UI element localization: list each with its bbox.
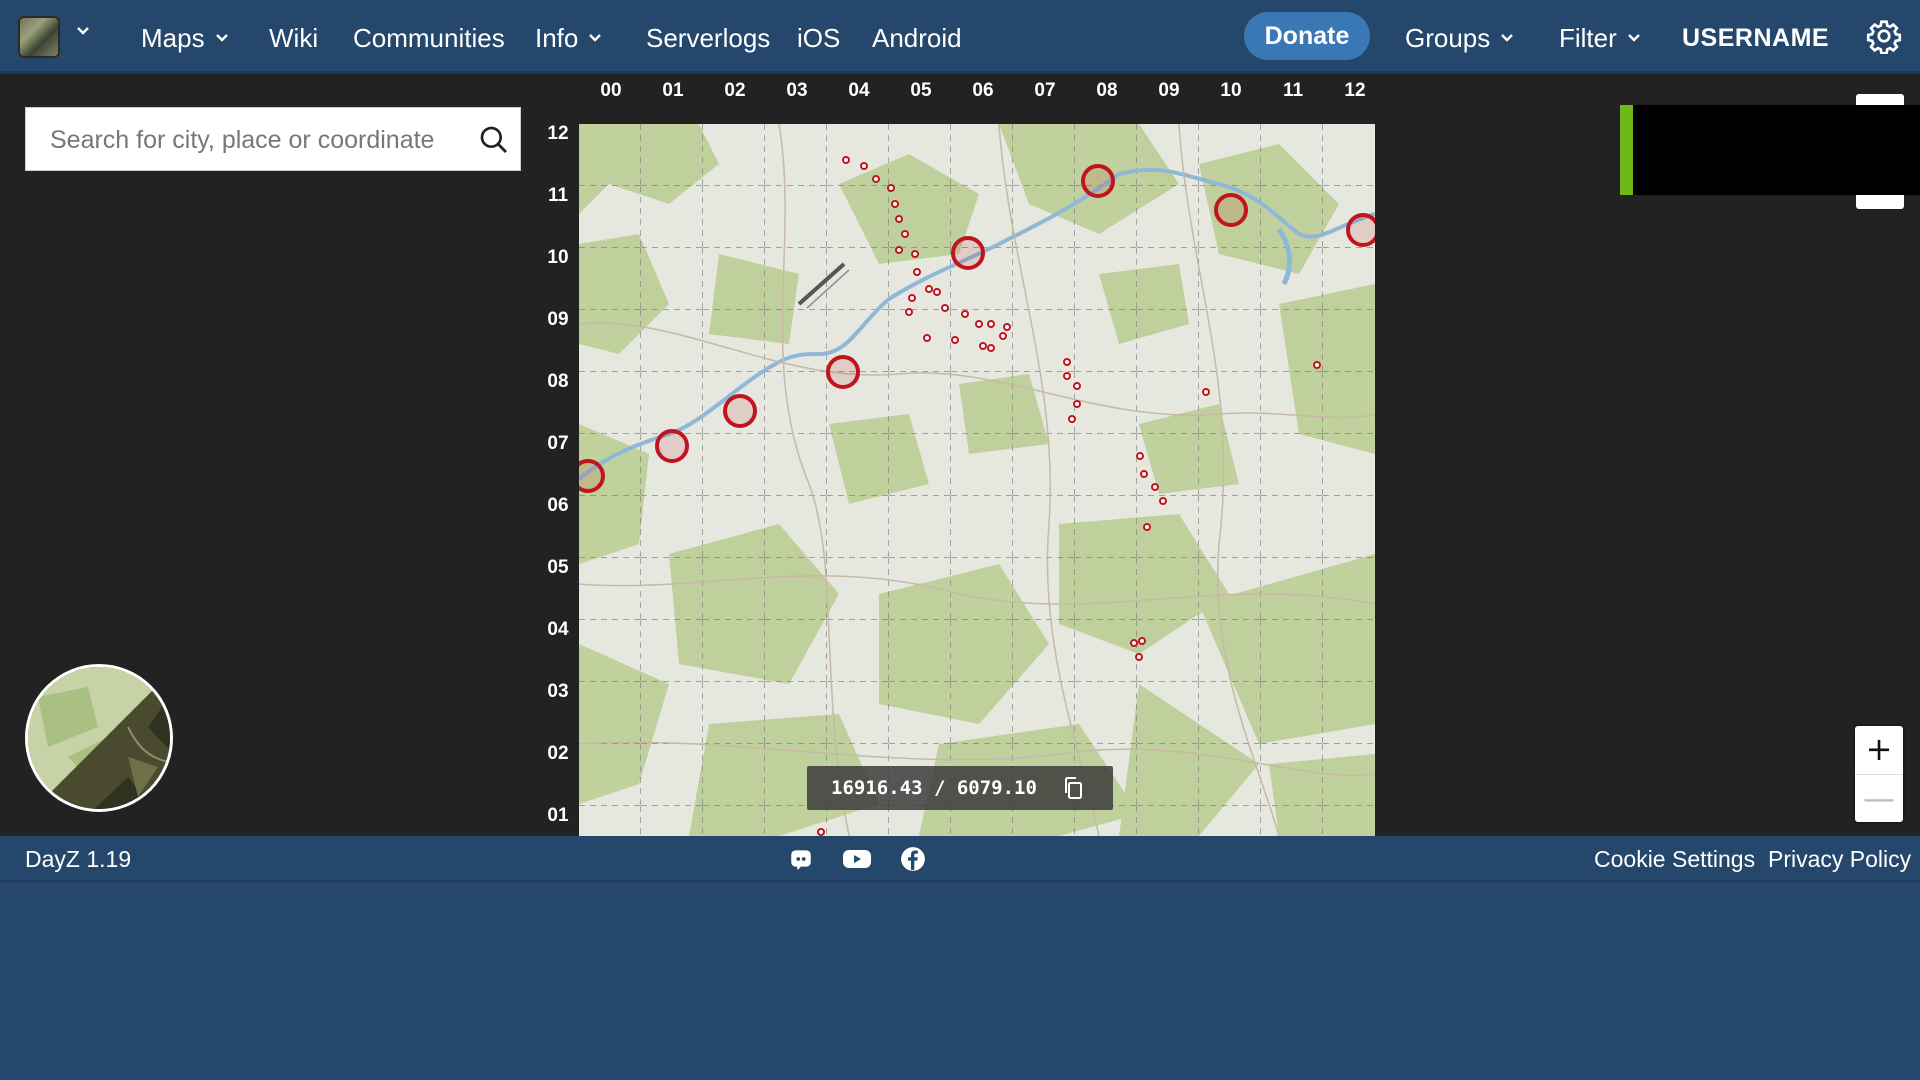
nav-android[interactable]: Android <box>872 20 962 56</box>
ad-accent-bar <box>1620 105 1633 195</box>
ad-banner <box>1620 105 1920 195</box>
nav-maps[interactable]: Maps <box>141 20 229 56</box>
zoom-out-button[interactable]: — <box>1855 774 1903 822</box>
cookie-settings-link[interactable]: Cookie Settings <box>1594 846 1755 873</box>
grid-col-label: 09 <box>1158 80 1180 101</box>
discord-icon[interactable] <box>788 846 814 872</box>
nav-filter[interactable]: Filter <box>1559 20 1641 56</box>
grid-col-label: 07 <box>1034 80 1056 101</box>
grid-col-label: 11 <box>1282 80 1304 101</box>
grid-row-label: 04 <box>547 619 569 640</box>
grid-row-label: 09 <box>547 309 569 330</box>
layer-switcher-minimap[interactable] <box>25 664 173 812</box>
gear-icon[interactable] <box>1866 18 1902 54</box>
top-navigation-bar: Maps Wiki Communities Info Serverlogs iO… <box>0 0 1920 74</box>
map-grid <box>579 124 1375 836</box>
grid-row-label: 07 <box>547 433 569 454</box>
grid-col-label: 03 <box>786 80 808 101</box>
nav-communities-label: Communities <box>353 23 505 53</box>
page-background <box>0 883 1920 1080</box>
nav-serverlogs-label: Serverlogs <box>646 23 771 53</box>
grid-col-label: 04 <box>848 80 870 101</box>
nav-ios-label: iOS <box>797 23 841 53</box>
search-input[interactable] <box>48 108 452 172</box>
nav-groups-label: Groups <box>1405 23 1491 53</box>
grid-row-label: 12 <box>547 123 569 144</box>
footer-bar: DayZ 1.19 Cookie Settings Privacy Policy <box>0 836 1920 883</box>
grid-col-label: 08 <box>1096 80 1118 101</box>
map-control-bottom[interactable] <box>1856 195 1904 209</box>
map-control-top[interactable] <box>1856 94 1904 105</box>
grid-col-label: 06 <box>972 80 994 101</box>
username-link[interactable]: USERNAME <box>1682 20 1829 56</box>
grid-row-label: 05 <box>547 557 569 578</box>
app-logo[interactable] <box>18 16 60 58</box>
donate-button[interactable]: Donate <box>1244 12 1370 60</box>
chevron-down-icon <box>589 34 602 42</box>
nav-info[interactable]: Info <box>535 20 602 56</box>
map-canvas[interactable] <box>579 124 1375 836</box>
zoom-controls: + — <box>1855 726 1903 822</box>
map-viewport[interactable]: 00 01 02 03 04 05 06 07 08 09 10 11 12 1… <box>0 74 1920 836</box>
nav-serverlogs[interactable]: Serverlogs <box>646 20 770 56</box>
nav-maps-label: Maps <box>141 23 205 53</box>
zoom-in-button[interactable]: + <box>1855 726 1903 773</box>
chevron-down-icon <box>1501 34 1514 42</box>
grid-row-label: 10 <box>547 247 569 268</box>
grid-row-label: 03 <box>547 681 569 702</box>
minimap-preview <box>28 667 170 809</box>
grid-row-label: 01 <box>547 805 569 826</box>
nav-groups[interactable]: Groups <box>1405 20 1514 56</box>
privacy-policy-link[interactable]: Privacy Policy <box>1768 846 1911 873</box>
chevron-down-icon[interactable] <box>76 26 90 36</box>
grid-col-label: 12 <box>1344 80 1366 101</box>
youtube-icon[interactable] <box>842 846 872 872</box>
grid-col-label: 02 <box>724 80 746 101</box>
nav-info-label: Info <box>535 23 579 53</box>
chevron-down-icon <box>215 34 228 42</box>
nav-filter-label: Filter <box>1559 23 1617 53</box>
copy-icon[interactable] <box>1061 776 1085 800</box>
search-box <box>25 107 521 172</box>
chevron-down-icon <box>1627 34 1640 42</box>
grid-row-label: 08 <box>547 371 569 392</box>
nav-wiki-label: Wiki <box>269 23 319 53</box>
grid-row-label: 06 <box>547 495 569 516</box>
grid-col-label: 01 <box>662 80 684 101</box>
coordinate-readout: 16916.43 / 6079.10 <box>807 766 1113 810</box>
search-icon[interactable] <box>478 124 510 156</box>
grid-row-label: 02 <box>547 743 569 764</box>
version-label: DayZ 1.19 <box>25 846 132 872</box>
nav-ios[interactable]: iOS <box>797 20 840 56</box>
grid-col-label: 05 <box>910 80 932 101</box>
nav-communities[interactable]: Communities <box>353 20 505 56</box>
coordinate-text: 16916.43 / 6079.10 <box>831 777 1037 799</box>
map-graphic <box>579 124 1375 836</box>
grid-col-label: 00 <box>600 80 622 101</box>
grid-col-label: 10 <box>1220 80 1242 101</box>
facebook-icon[interactable] <box>900 846 926 872</box>
nav-android-label: Android <box>872 23 962 53</box>
nav-wiki[interactable]: Wiki <box>269 20 318 56</box>
grid-row-label: 11 <box>547 185 569 206</box>
